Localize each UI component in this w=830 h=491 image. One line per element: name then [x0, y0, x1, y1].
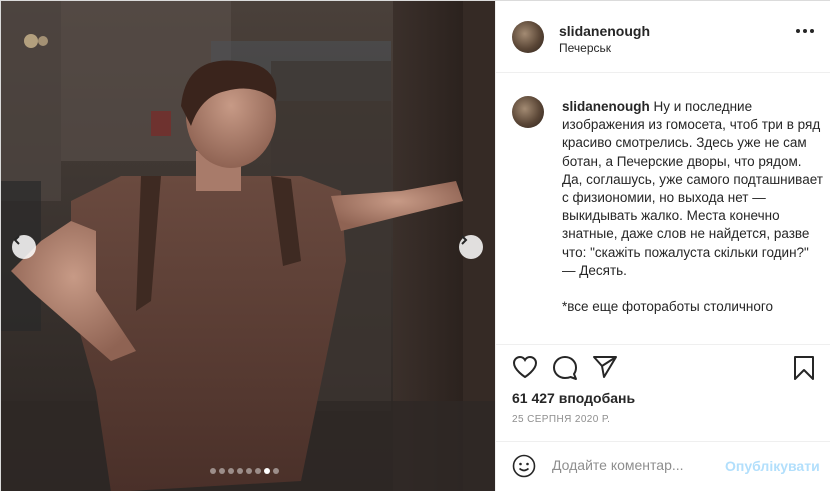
emoji-icon[interactable]: [512, 454, 536, 478]
carousel-prev-button[interactable]: [12, 235, 36, 259]
author-avatar[interactable]: [512, 21, 544, 53]
carousel-dot: [228, 468, 234, 474]
carousel-dot: [210, 468, 216, 474]
caption-section: slidanenough Ну и последние изображения …: [496, 74, 830, 344]
carousel-dot: [255, 468, 261, 474]
carousel-dot: [246, 468, 252, 474]
carousel-dot: [219, 468, 225, 474]
publish-button[interactable]: Опублікувати: [725, 458, 820, 474]
comment-input[interactable]: [552, 457, 722, 473]
chevron-left-icon: [13, 235, 20, 245]
carousel-dot: [273, 468, 279, 474]
post-header: slidanenough Печерськ: [496, 1, 830, 73]
post-location[interactable]: Печерськ: [559, 41, 611, 55]
carousel-dot: [237, 468, 243, 474]
post-side-panel: slidanenough Печерськ slidanenough Ну и …: [495, 1, 830, 491]
caption-username[interactable]: slidanenough: [562, 99, 650, 114]
caption-body: Ну и последние изображения из гомосета, …: [562, 99, 823, 315]
comment-bar: Опублікувати: [496, 441, 830, 491]
bookmark-icon[interactable]: [793, 355, 815, 381]
likes-count[interactable]: 61 427 вподобань: [512, 390, 635, 406]
caption-avatar[interactable]: [512, 96, 544, 128]
author-username[interactable]: slidanenough: [559, 23, 650, 39]
action-bar: 61 427 вподобань 25 СЕРПНЯ 2020 Р.: [496, 344, 830, 454]
post-frame: slidanenough Печерськ slidanenough Ну и …: [0, 0, 830, 491]
photo-image: [1, 1, 495, 491]
more-options-icon[interactable]: [796, 29, 814, 33]
carousel-indicator: [210, 468, 279, 474]
caption-text: slidanenough Ну и последние изображения …: [562, 98, 824, 316]
carousel-next-button[interactable]: [459, 235, 483, 259]
comment-icon[interactable]: [552, 355, 578, 381]
post-photo[interactable]: [1, 1, 495, 491]
chevron-right-icon: [461, 235, 468, 245]
post-date[interactable]: 25 СЕРПНЯ 2020 Р.: [512, 414, 610, 425]
heart-icon[interactable]: [512, 355, 538, 379]
carousel-dot: [264, 468, 270, 474]
share-icon[interactable]: [592, 355, 618, 379]
